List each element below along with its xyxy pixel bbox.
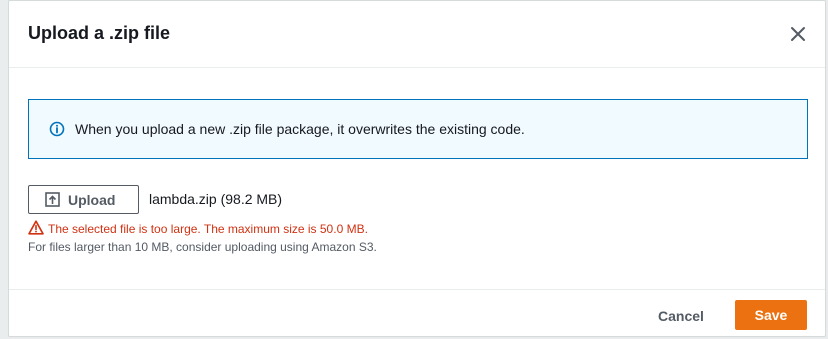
modal-footer: Cancel Save <box>9 289 825 337</box>
upload-zip-modal: Upload a .zip file When you upload a new… <box>8 0 826 337</box>
upload-icon <box>45 192 60 207</box>
page-backdrop <box>0 0 8 339</box>
file-size-hint: For files larger than 10 MB, consider up… <box>28 240 377 254</box>
modal-header: Upload a .zip file <box>9 1 825 68</box>
save-button[interactable]: Save <box>735 300 807 330</box>
cancel-button[interactable]: Cancel <box>643 301 719 331</box>
modal-title: Upload a .zip file <box>28 23 171 43</box>
close-button[interactable] <box>787 23 809 45</box>
file-size-error: The selected file is too large. The maxi… <box>48 222 368 236</box>
upload-button-label: Upload <box>68 192 116 208</box>
close-icon <box>791 27 805 41</box>
info-alert: When you upload a new .zip file package,… <box>28 99 808 159</box>
info-message: When you upload a new .zip file package,… <box>75 121 525 137</box>
warning-icon <box>28 220 44 235</box>
info-icon <box>49 121 65 137</box>
upload-button[interactable]: Upload <box>28 185 139 214</box>
selected-file-name: lambda.zip (98.2 MB) <box>149 191 283 207</box>
